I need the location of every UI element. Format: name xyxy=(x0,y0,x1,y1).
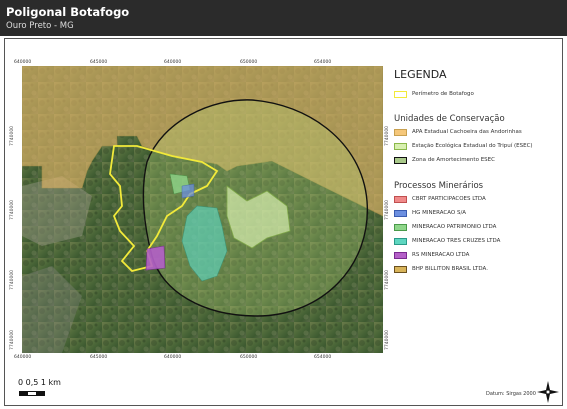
legend-swatch xyxy=(394,90,407,98)
legend-label: RS MINERACAO LTDA xyxy=(412,252,470,258)
grid-x-label: 640000 xyxy=(14,355,32,360)
legend-label: APA Estadual Cachoeira das Andorinhas xyxy=(412,129,522,135)
map-canvas xyxy=(22,66,383,353)
hg-mineracao-area xyxy=(181,183,195,199)
legend-label: MINERACAO TRES CRUZES LTDA xyxy=(412,238,501,244)
datum-label: Datum: Sirgas 2000 xyxy=(486,391,536,397)
legend-swatch xyxy=(394,223,407,231)
scale-bar-graphic xyxy=(19,391,45,396)
legend-item-patrimonio: MINERACAO PATRIMONIO LTDA xyxy=(394,222,496,232)
legend-section-processos: Processos Minerários xyxy=(394,181,484,191)
grid-x-label: 640000 xyxy=(164,355,182,360)
legend-label: Estação Ecológica Estadual do Tripuí (ES… xyxy=(412,143,533,149)
grid-y-label: 7740000 xyxy=(10,269,15,290)
grid-y-label: 7740000 xyxy=(10,329,15,350)
legend-swatch xyxy=(394,156,407,164)
legend-swatch xyxy=(394,142,407,150)
legend-swatch xyxy=(394,265,407,273)
legend-title: LEGENDA xyxy=(394,68,447,81)
grid-x-label: 645000 xyxy=(90,60,108,65)
legend-label: Perímetro de Botafogo xyxy=(412,91,474,97)
legend-section-uc: Unidades de Conservação xyxy=(394,114,505,124)
grid-x-label: 640000 xyxy=(164,60,182,65)
scale-label: 0 0,5 1 km xyxy=(18,378,61,387)
grid-x-label: 650000 xyxy=(240,355,258,360)
legend-item-bhp: BHP BILLITON BRASIL LTDA. xyxy=(394,264,488,274)
grid-x-label: 654000 xyxy=(314,60,332,65)
legend-item-zona-amortecimento: Zona de Amortecimento ESEC xyxy=(394,155,495,165)
legend-item-perimetro: Perímetro de Botafogo xyxy=(394,89,474,99)
legend-swatch xyxy=(394,251,407,259)
legend-label: CBRT PARTICIPACOES LTDA xyxy=(412,196,486,202)
legend-label: HG MINERACAO S/A xyxy=(412,210,467,216)
legend-swatch xyxy=(394,209,407,217)
satellite-map[interactable] xyxy=(22,66,383,353)
rs-mineracao-area xyxy=(145,245,166,271)
grid-x-label: 654000 xyxy=(314,355,332,360)
legend-swatch xyxy=(394,195,407,203)
grid-x-label: 640000 xyxy=(14,60,32,65)
map-subtitle: Ouro Preto - MG xyxy=(6,21,74,31)
legend-item-rs: RS MINERACAO LTDA xyxy=(394,250,469,260)
map-header: Poligonal Botafogo Ouro Preto - MG xyxy=(0,0,567,36)
grid-y-label: 7740000 xyxy=(10,199,15,220)
grid-x-label: 645000 xyxy=(90,355,108,360)
legend-item-tres-cruzes: MINERACAO TRES CRUZES LTDA xyxy=(394,236,500,246)
legend-item-apa: APA Estadual Cachoeira das Andorinhas xyxy=(394,127,522,137)
map-title: Poligonal Botafogo xyxy=(6,5,130,19)
grid-y-label: 7740000 xyxy=(10,125,15,146)
legend-label: Zona de Amortecimento ESEC xyxy=(412,157,495,163)
legend-panel: LEGENDA Perímetro de Botafogo Unidades d… xyxy=(388,66,558,353)
legend-item-cbrt: CBRT PARTICIPACOES LTDA xyxy=(394,194,486,204)
legend-label: BHP BILLITON BRASIL LTDA. xyxy=(412,266,488,272)
grid-x-label: 650000 xyxy=(240,60,258,65)
legend-swatch xyxy=(394,237,407,245)
legend-item-hg: HG MINERACAO S/A xyxy=(394,208,466,218)
legend-item-esec: Estação Ecológica Estadual do Tripuí (ES… xyxy=(394,141,533,151)
legend-swatch xyxy=(394,128,407,136)
legend-label: MINERACAO PATRIMONIO LTDA xyxy=(412,224,497,230)
north-arrow-icon xyxy=(537,381,559,403)
